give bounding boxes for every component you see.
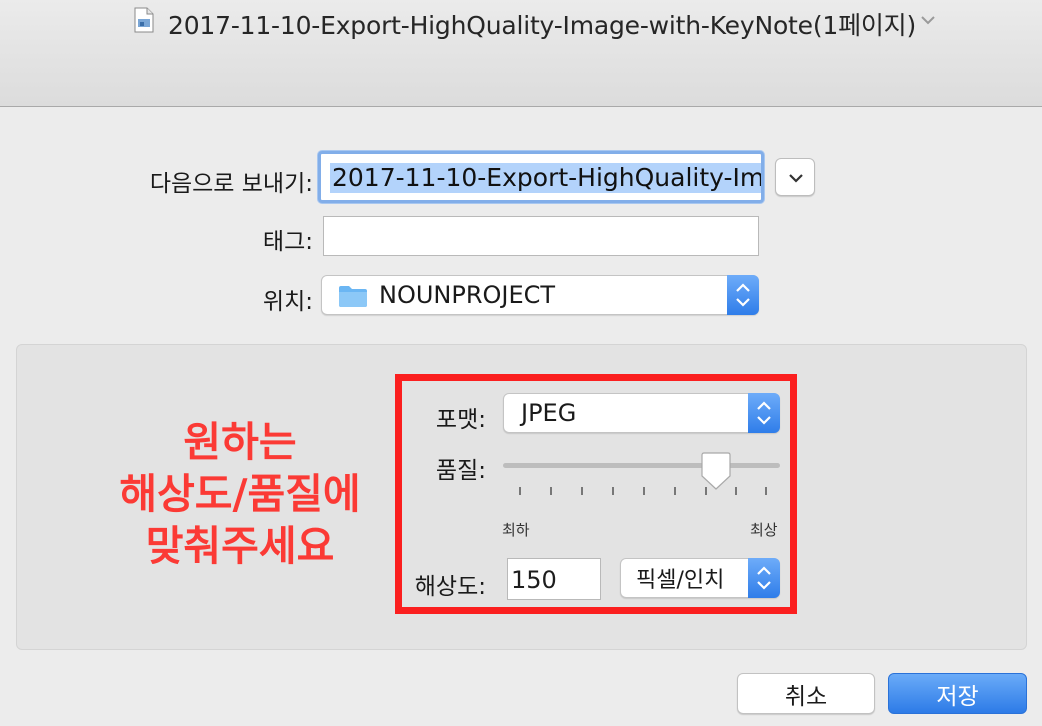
quality-max-label: 최상 [750, 521, 778, 539]
tags-input[interactable] [323, 216, 759, 256]
chevron-down-icon[interactable] [918, 10, 938, 30]
slider-tick [581, 487, 583, 495]
save-button[interactable]: 저장 [888, 673, 1027, 714]
slider-tick [643, 487, 645, 495]
resolution-label: 해상도: [414, 574, 486, 600]
slider-tick [765, 487, 767, 495]
resolution-unit-popup[interactable]: 픽셀/인치 [620, 558, 780, 598]
chevron-down-icon [789, 174, 803, 183]
slider-tick [612, 487, 614, 495]
expand-dialog-button[interactable] [775, 158, 815, 196]
format-popup[interactable]: JPEG [503, 393, 780, 433]
format-value: JPEG [521, 399, 577, 427]
save-as-label: 다음으로 보내기: [149, 171, 313, 197]
folder-icon [339, 286, 367, 307]
resolution-unit-value: 픽셀/인치 [636, 568, 725, 593]
location-popup[interactable]: NOUNPROJECT [321, 275, 759, 315]
tags-label: 태그: [262, 229, 313, 255]
filename-text: 2017-11-10-Export-HighQuality-Image-with… [330, 163, 764, 193]
quality-slider-track[interactable] [503, 463, 780, 468]
slider-tick [550, 487, 552, 495]
up-down-stepper-icon [748, 393, 780, 433]
quality-min-label: 최하 [502, 521, 530, 539]
resolution-value: 150 [511, 566, 557, 594]
resolution-input[interactable]: 150 [507, 558, 601, 600]
location-label: 위치: [262, 289, 313, 315]
title-bar: 2017-11-10-Export-HighQuality-Image-with… [0, 0, 1042, 107]
annotation-line: 맞춰주세요 [145, 522, 335, 570]
cancel-button[interactable]: 취소 [737, 673, 875, 714]
location-value: NOUNPROJECT [379, 281, 556, 309]
quality-slider-knob[interactable] [699, 452, 733, 492]
annotation-line: 원하는 [183, 418, 297, 466]
instruction-annotation: 원하는 해상도/품질에 맞춰주세요 [100, 416, 380, 572]
quality-label: 품질: [435, 458, 486, 484]
document-icon [134, 7, 154, 33]
filename-input[interactable]: 2017-11-10-Export-HighQuality-Image-with… [318, 151, 764, 203]
format-label: 포맷: [435, 407, 486, 433]
up-down-stepper-icon [727, 275, 759, 315]
annotation-line: 해상도/품질에 [119, 470, 361, 518]
slider-tick [674, 487, 676, 495]
window-title[interactable]: 2017-11-10-Export-HighQuality-Image-with… [168, 6, 916, 42]
up-down-stepper-icon [748, 558, 780, 598]
slider-tick [519, 487, 521, 495]
slider-tick [735, 487, 737, 495]
